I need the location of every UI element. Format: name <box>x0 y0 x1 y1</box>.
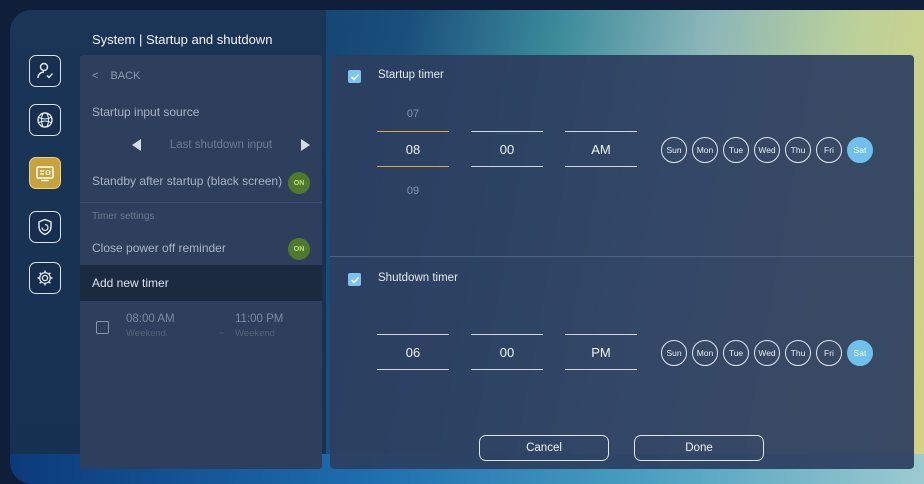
checkmark-icon <box>350 73 359 81</box>
standby-label: Standby after startup (black screen) <box>92 174 283 188</box>
checkmark-icon <box>350 276 359 284</box>
startup-day-fri[interactable]: Fri <box>816 137 842 163</box>
startup-day-selector: Sun Mon Tue Wed Thu Fri Sat <box>661 137 873 163</box>
done-button[interactable]: Done <box>634 435 764 461</box>
timer-start-time: 08:00 AM <box>126 313 175 325</box>
shutdown-timer-checkbox[interactable] <box>348 273 361 286</box>
menu-divider <box>80 202 322 203</box>
shutdown-day-tue[interactable]: Tue <box>723 340 749 366</box>
close-reminder-toggle[interactable]: ON <box>288 238 310 260</box>
shutdown-ampm-field[interactable]: PM <box>565 334 637 370</box>
rail-security-button[interactable] <box>29 211 61 243</box>
timer-end-days: Weekend <box>235 328 275 339</box>
timer-settings-heading: Timer settings <box>92 211 155 222</box>
cancel-button[interactable]: Cancel <box>479 435 609 461</box>
startup-minute-field[interactable]: 00 <box>471 131 543 167</box>
rail-network-button[interactable] <box>29 104 61 136</box>
arrow-right-icon[interactable] <box>300 139 310 151</box>
startup-source-value: Last shutdown input <box>169 139 273 151</box>
shutdown-minute-field[interactable]: 00 <box>471 334 543 370</box>
startup-hour-next[interactable]: 09 <box>377 185 449 197</box>
back-button[interactable]: < BACK <box>92 70 140 82</box>
shutdown-day-selector: Sun Mon Tue Wed Thu Fri Sat <box>661 340 873 366</box>
startup-day-wed[interactable]: Wed <box>754 137 780 163</box>
rail-display-settings-button[interactable] <box>29 157 61 189</box>
startup-timer-title: Startup timer <box>378 69 444 81</box>
settings-menu: < BACK Startup input source Last shutdown… <box>80 55 322 469</box>
rail-user-button[interactable] <box>29 55 61 87</box>
section-separator <box>330 256 914 257</box>
startup-day-sun[interactable]: Sun <box>661 137 687 163</box>
user-icon <box>37 62 54 79</box>
startup-hour-field[interactable]: 08 <box>377 131 449 167</box>
shutdown-day-sat[interactable]: Sat <box>847 340 873 366</box>
shutdown-day-thu[interactable]: Thu <box>785 340 811 366</box>
rail-system-button[interactable] <box>29 262 61 294</box>
add-new-timer-label: Add new timer <box>92 276 169 290</box>
timer-entry-checkbox[interactable] <box>96 321 109 334</box>
standby-toggle[interactable]: ON <box>288 172 310 194</box>
shutdown-day-sun[interactable]: Sun <box>661 340 687 366</box>
startup-ampm-field[interactable]: AM <box>565 131 637 167</box>
startup-source-label[interactable]: Startup input source <box>92 105 199 119</box>
startup-day-mon[interactable]: Mon <box>692 137 718 163</box>
startup-day-thu[interactable]: Thu <box>785 137 811 163</box>
display-settings-icon <box>36 166 54 182</box>
shutdown-day-wed[interactable]: Wed <box>754 340 780 366</box>
startup-hour-prev[interactable]: 07 <box>377 108 449 120</box>
shutdown-day-fri[interactable]: Fri <box>816 340 842 366</box>
timer-entry[interactable]: 08:00 AM Weekend ~ 11:00 PM Weekend <box>92 313 312 343</box>
app-frame: System | Startup and shutdown < BACK Star… <box>10 10 924 484</box>
system-icon <box>37 270 53 286</box>
page-title: System | Startup and shutdown <box>92 32 273 47</box>
startup-timer-checkbox[interactable] <box>348 70 361 83</box>
timer-editor-panel: Startup timer 07 08 09 00 AM Sun Mon Tue… <box>330 55 914 469</box>
startup-day-tue[interactable]: Tue <box>723 137 749 163</box>
shutdown-hour-field[interactable]: 06 <box>377 334 449 370</box>
chevron-left-icon: < <box>92 70 99 82</box>
timer-start-days: Weekend <box>126 328 166 339</box>
timer-separator: ~ <box>219 328 225 339</box>
security-icon <box>38 218 52 236</box>
back-label: BACK <box>110 70 141 82</box>
shutdown-day-mon[interactable]: Mon <box>692 340 718 366</box>
close-reminder-label: Close power off reminder <box>92 241 226 255</box>
startup-source-selector: Last shutdown input <box>132 139 310 151</box>
startup-day-sat[interactable]: Sat <box>847 137 873 163</box>
add-new-timer-button[interactable]: Add new timer <box>80 265 322 301</box>
timer-end-time: 11:00 PM <box>235 313 284 325</box>
network-icon <box>37 112 53 128</box>
arrow-left-icon[interactable] <box>132 139 141 151</box>
shutdown-timer-title: Shutdown timer <box>378 272 458 284</box>
